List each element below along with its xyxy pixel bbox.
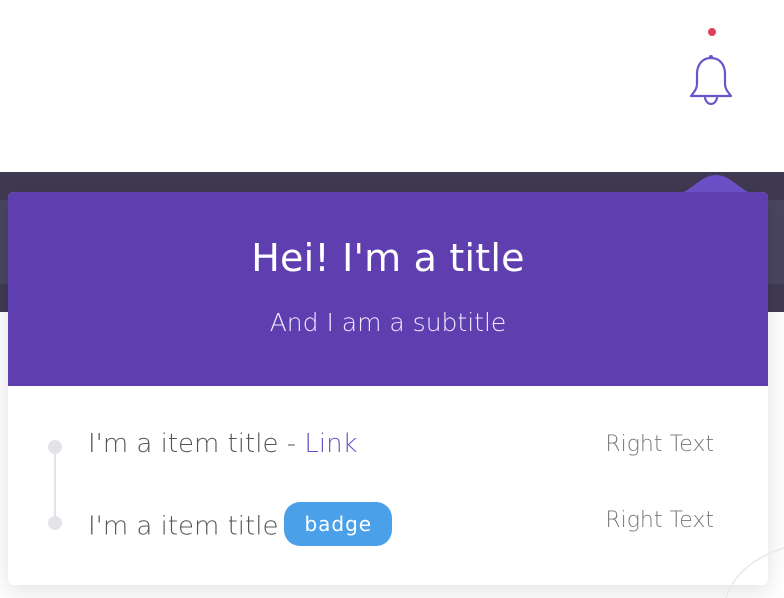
list-item[interactable]: I'm a item title badge Right Text [8,502,768,546]
item-right-text: Right Text [605,508,714,533]
timeline-dot [48,516,62,530]
popup-header: Hei! I'm a title And I am a subtitle [8,192,768,386]
bell-icon [689,55,733,106]
item-title: I'm a item title badge [88,502,393,549]
item-right-text: Right Text [605,432,714,457]
top-bar [0,0,784,172]
list-item[interactable]: I'm a item title - Link Right Text [8,426,768,466]
notification-dot [708,28,716,36]
item-title-text: I'm a item title - [88,429,297,459]
popup-title: Hei! I'm a title [251,236,525,280]
decorative-curve [725,547,784,598]
notification-popup: Hei! I'm a title And I am a subtitle I'm… [8,175,768,585]
bell-button[interactable] [688,54,734,106]
popup-subtitle: And I am a subtitle [269,308,507,337]
item-link[interactable]: Link [304,429,357,459]
item-title-text: I'm a item title [88,511,279,542]
item-title: I'm a item title - Link [88,429,358,459]
popup-item-list: I'm a item title - Link Right Text I'm a… [8,386,768,585]
timeline-dot [48,440,62,454]
item-badge: badge [284,502,393,546]
